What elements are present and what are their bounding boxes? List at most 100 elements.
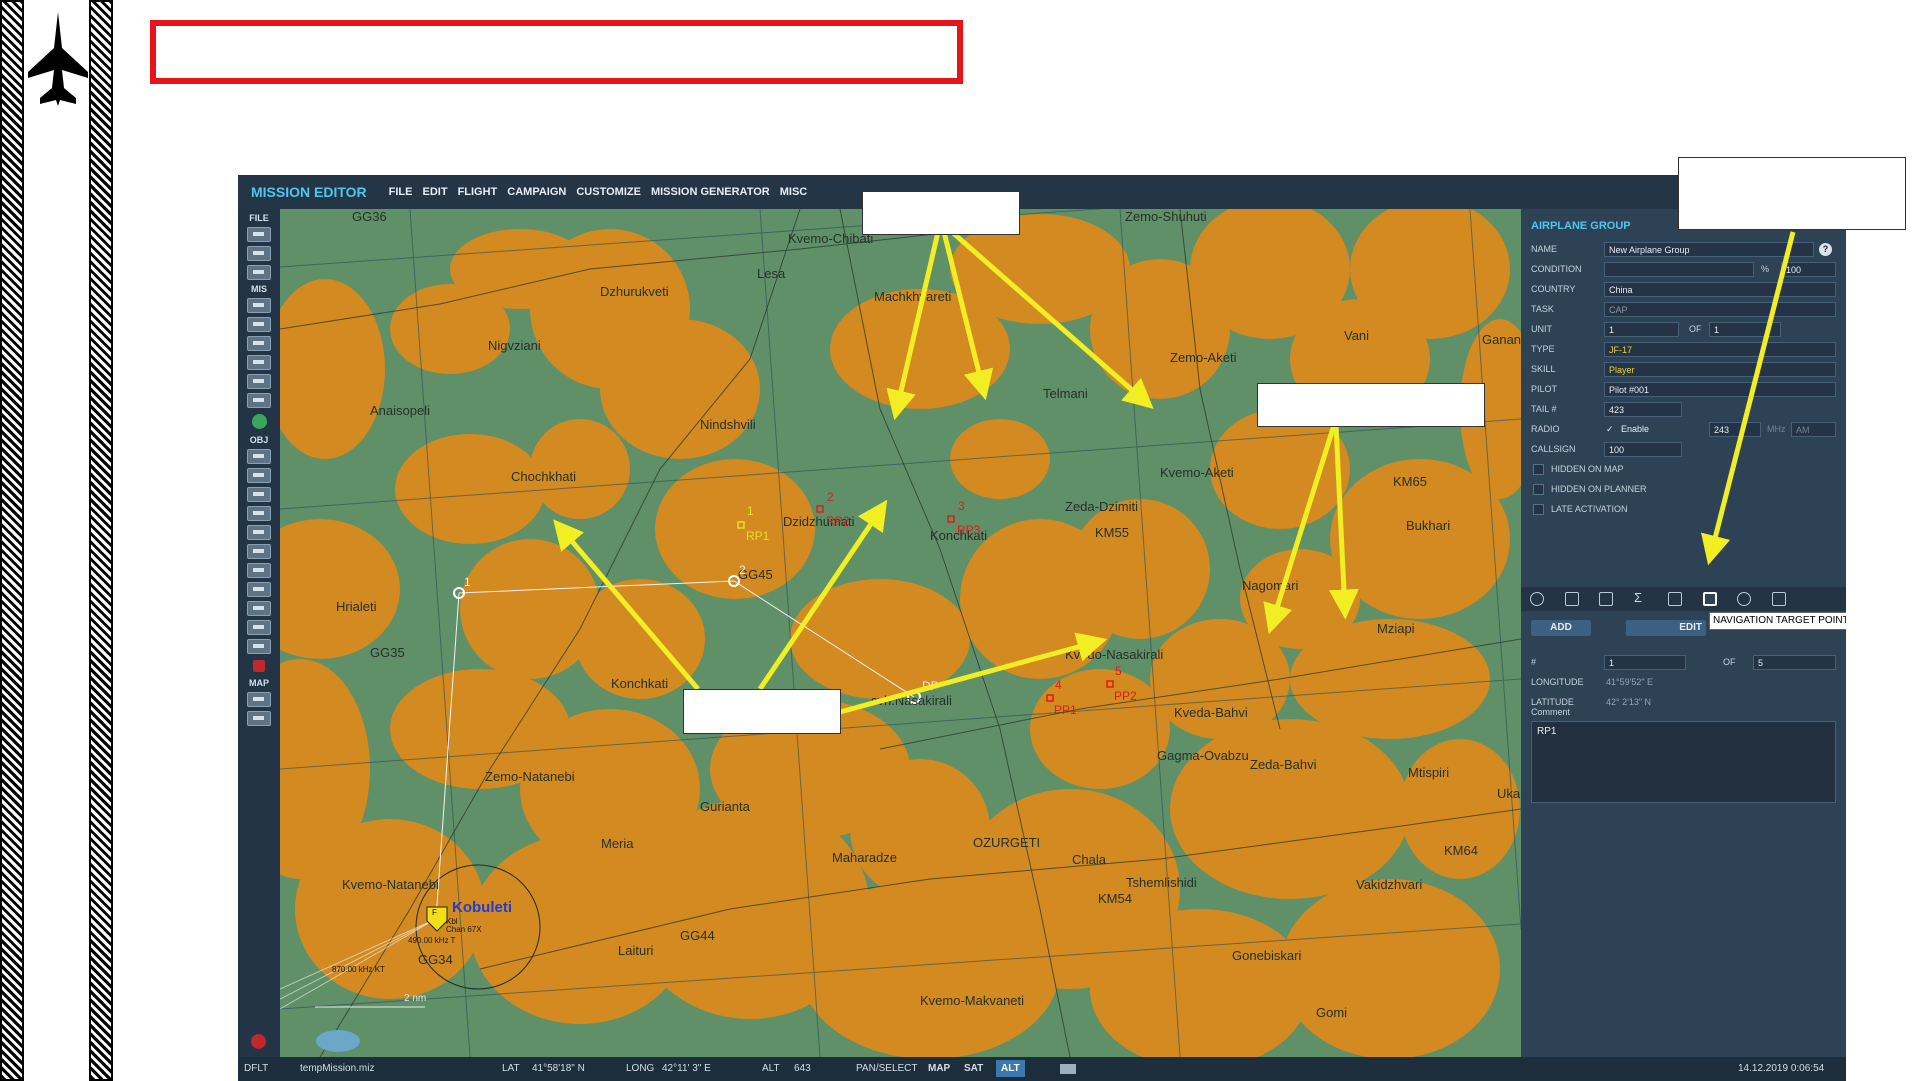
save-file-icon[interactable] (247, 265, 271, 280)
type-select[interactable]: JF-17 (1604, 342, 1836, 357)
unit-label: UNIT (1531, 324, 1552, 334)
point-number-stepper[interactable]: 1 (1604, 655, 1686, 670)
skill-row: SKILL Player (1531, 362, 1836, 377)
trigger-icon[interactable] (251, 414, 267, 429)
unit-stepper[interactable]: 1 (1604, 322, 1679, 337)
zone-icon[interactable] (247, 582, 271, 597)
check-icon[interactable] (247, 393, 271, 408)
vehicle-icon[interactable] (247, 506, 271, 521)
comment-textarea[interactable]: RP1 (1531, 721, 1836, 803)
add-button[interactable]: ADD (1531, 620, 1591, 636)
late-activation-checkbox[interactable] (1533, 504, 1544, 515)
new-file-icon[interactable] (247, 227, 271, 242)
map-mode-button[interactable]: MAP (923, 1060, 955, 1077)
mission-editor-window: MISSION EDITOR FILE EDIT FLIGHT CAMPAIGN… (238, 175, 1846, 1081)
coalition-icon[interactable] (247, 336, 271, 351)
longitude-label: LONGITUDE (1531, 677, 1584, 687)
targets-icon[interactable] (1599, 592, 1613, 606)
country-select[interactable]: China (1604, 282, 1836, 297)
toolbar-section-obj: OBJ (249, 435, 269, 445)
aircraft-settings-icon[interactable] (1772, 592, 1786, 606)
alt-mode-button[interactable]: ALT (996, 1060, 1025, 1077)
name-field[interactable]: New Airplane Group (1604, 242, 1814, 257)
task-row: TASK CAP (1531, 302, 1836, 317)
comment-label-row: Comment (1531, 705, 1836, 720)
town-label: Zemo-Aketi (1170, 350, 1237, 365)
town-label: Nigvziani (488, 338, 541, 353)
menu-customize[interactable]: CUSTOMIZE (576, 186, 641, 198)
town-label: Lesa (757, 266, 786, 281)
layout-mode-select[interactable]: DFLT (244, 1063, 268, 1074)
map-grid-label: KM54 (1098, 891, 1132, 906)
payload-icon[interactable] (1668, 592, 1682, 606)
ruler-icon[interactable] (247, 711, 271, 726)
map-layer-icon[interactable] (1060, 1064, 1076, 1074)
task-select[interactable]: CAP (1604, 302, 1836, 317)
alt-value: 643 (794, 1063, 811, 1074)
navpoint-icon[interactable] (247, 601, 271, 616)
route-icon[interactable] (1530, 592, 1544, 606)
menu-flight[interactable]: FLIGHT (458, 186, 498, 198)
menu-misc[interactable]: MISC (780, 186, 808, 198)
rp2-marker[interactable] (816, 505, 824, 513)
airfield-info: Chan 67X (446, 925, 482, 934)
shapes-icon[interactable] (247, 639, 271, 654)
triggered-actions-icon[interactable] (1565, 592, 1579, 606)
rp3-marker[interactable] (947, 515, 955, 523)
menu-campaign[interactable]: CAMPAIGN (507, 186, 566, 198)
radio-frequency-field[interactable]: 243 (1709, 422, 1761, 437)
template-icon[interactable] (247, 563, 271, 578)
weather-icon[interactable] (247, 317, 271, 332)
tail-number-field[interactable]: 423 (1604, 402, 1682, 417)
delete-icon[interactable] (253, 660, 265, 672)
briefing-icon[interactable] (247, 355, 271, 370)
status-bar: DFLT tempMission.miz LAT 41°58'18" N LON… (238, 1057, 1846, 1081)
goals-icon[interactable] (247, 374, 271, 389)
failures-icon[interactable] (1737, 592, 1751, 606)
sat-mode-button[interactable]: SAT (959, 1060, 988, 1077)
condition-value-field[interactable]: 100 (1781, 262, 1836, 277)
exit-icon[interactable] (251, 1034, 266, 1049)
edit-button[interactable]: EDIT (1626, 620, 1706, 636)
hidden-on-map-checkbox[interactable] (1533, 464, 1544, 475)
rp-number: 4 (1055, 678, 1062, 692)
town-label: Maharadze (832, 850, 898, 865)
radio-unit-label: MHz (1767, 424, 1786, 434)
helicopter-icon[interactable] (247, 468, 271, 483)
skill-select[interactable]: Player (1604, 362, 1836, 377)
menu-mission-generator[interactable]: MISSION GENERATOR (651, 186, 770, 198)
town-label: Zemo-Shuhuti (1125, 209, 1207, 224)
pilot-field[interactable]: Pilot #001 (1604, 382, 1836, 397)
pan-select-button[interactable]: PAN/SELECT (851, 1060, 923, 1077)
long-label: LONG (626, 1063, 655, 1074)
airplane-icon[interactable] (247, 449, 271, 464)
map-view[interactable]: GG36 GG35 GG45 GG44 GG34 KM65 KM55 KM54 … (280, 209, 1521, 1057)
late-activation-row: LATE ACTIVATION (1531, 502, 1836, 517)
map-grid-label: GG35 (370, 645, 405, 660)
waypoint-label: 1 (464, 575, 471, 589)
map-grid-label: KM65 (1393, 474, 1427, 489)
menu-edit[interactable]: EDIT (423, 186, 448, 198)
callsign-field[interactable]: 100 (1604, 442, 1682, 457)
unit-count-stepper[interactable]: 1 (1709, 322, 1781, 337)
callout-box-pp-points (1257, 383, 1485, 427)
summary-icon[interactable]: Σ (1634, 590, 1648, 605)
map-options-icon[interactable] (247, 692, 271, 707)
condition-field[interactable] (1604, 262, 1754, 277)
open-file-icon[interactable] (247, 246, 271, 261)
radio-modulation-select[interactable]: AM (1791, 422, 1836, 437)
type-label: TYPE (1531, 344, 1555, 354)
radio-enable-check-icon[interactable]: ✓ (1606, 424, 1614, 435)
hidden-on-planner-checkbox[interactable] (1533, 484, 1544, 495)
static-icon[interactable] (247, 544, 271, 559)
ship-icon[interactable] (247, 487, 271, 502)
condition-percent-label: % (1761, 264, 1770, 274)
map-grid-label: KM64 (1444, 843, 1478, 858)
town-label: Anaisopeli (370, 403, 430, 418)
group-icon[interactable] (247, 620, 271, 635)
train-icon[interactable] (247, 525, 271, 540)
navigation-target-points-icon[interactable] (1703, 592, 1717, 606)
mission-options-icon[interactable] (247, 298, 271, 313)
menu-file[interactable]: FILE (389, 186, 413, 198)
callout-box-waypoints (683, 689, 841, 734)
